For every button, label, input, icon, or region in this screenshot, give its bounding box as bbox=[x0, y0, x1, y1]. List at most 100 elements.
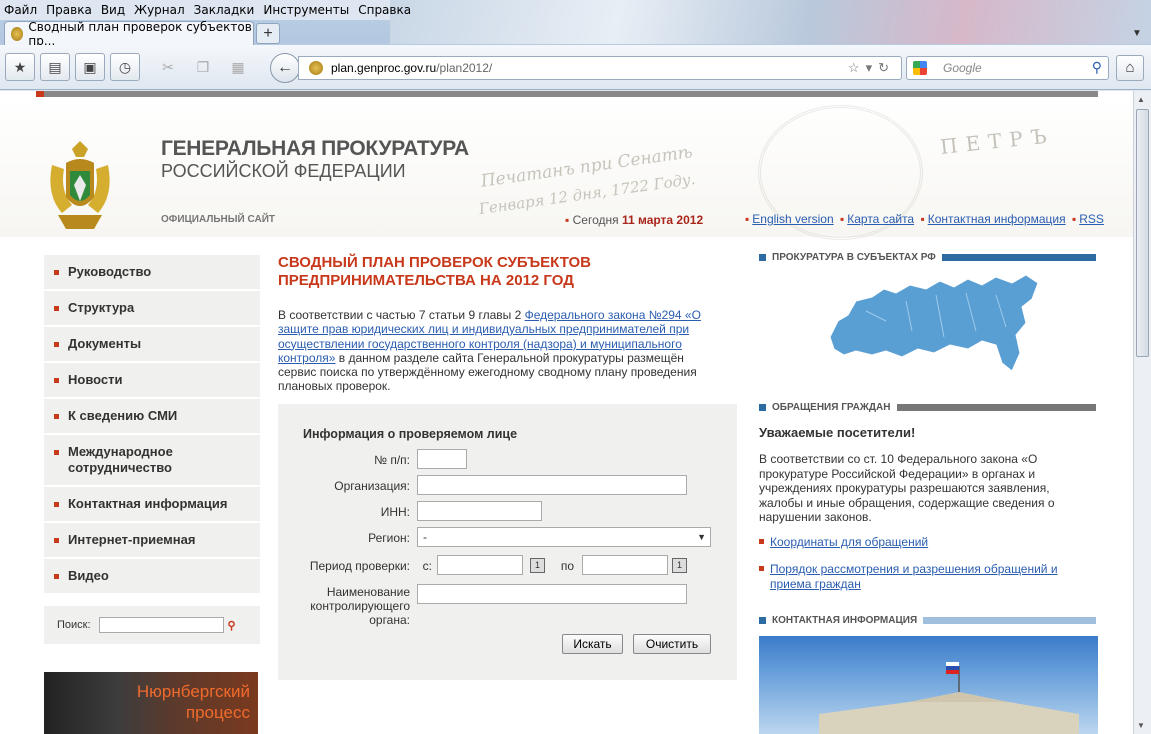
paste-icon[interactable]: ▦ bbox=[223, 53, 253, 81]
clear-button[interactable]: Очистить bbox=[633, 634, 711, 654]
org-input[interactable] bbox=[417, 475, 687, 495]
search-placeholder: Google bbox=[943, 61, 982, 75]
authority-input[interactable] bbox=[417, 584, 687, 604]
link-contacts[interactable]: Контактная информация bbox=[928, 212, 1066, 226]
period-from-input[interactable] bbox=[437, 555, 523, 575]
tab-list-icon[interactable]: ▼ bbox=[1132, 28, 1142, 39]
appeals-procedure-link[interactable]: Порядок рассмотрения и разрешения обраще… bbox=[770, 562, 1058, 591]
nuremberg-banner[interactable]: Нюрнбергский процесс bbox=[44, 672, 258, 734]
home-icon[interactable]: ⌂ bbox=[1116, 55, 1144, 81]
building-illustration bbox=[819, 662, 1079, 734]
building-photo[interactable] bbox=[759, 636, 1098, 734]
scroll-up-icon[interactable]: ▲ bbox=[1137, 95, 1145, 104]
intro-text: В соответствии с частью 7 статьи 9 главы… bbox=[278, 308, 723, 394]
today-label: Сегодня bbox=[572, 213, 619, 227]
menu-item[interactable]: Журнал bbox=[134, 3, 185, 17]
org-label: Организация: bbox=[334, 479, 410, 493]
date-value: 11 марта 2012 bbox=[621, 213, 704, 227]
scrollbar-thumb[interactable] bbox=[1136, 109, 1149, 357]
intro-after: в данном разделе сайта Генеральной проку… bbox=[278, 350, 697, 394]
nav-item-international[interactable]: Международное сотрудничество bbox=[44, 435, 260, 487]
cut-icon[interactable]: ✂ bbox=[153, 53, 183, 81]
header-signature: ПЕТРЪ bbox=[939, 123, 1056, 159]
period-from-label: с: bbox=[422, 559, 432, 573]
banner-line: процесс bbox=[185, 703, 250, 722]
region-select[interactable]: - ▼ bbox=[417, 527, 711, 547]
copy-icon[interactable]: ❐ bbox=[188, 53, 218, 81]
star-icon[interactable]: ☆▾↻ bbox=[848, 60, 895, 76]
site-favicon-icon bbox=[11, 26, 24, 41]
emblem-icon[interactable] bbox=[44, 135, 116, 235]
num-input[interactable] bbox=[417, 449, 467, 469]
banner-line: Нюрнбергский bbox=[136, 682, 250, 701]
sidebar-nav: Руководство Структура Документы Новости … bbox=[44, 255, 260, 595]
menu-item[interactable]: Файл bbox=[4, 3, 37, 17]
today-date: ▪ Сегодня 11 марта 2012 bbox=[565, 213, 704, 227]
nav-item-video[interactable]: Видео bbox=[44, 559, 260, 595]
search-icon[interactable]: ⚲ bbox=[1092, 59, 1102, 76]
site-favicon-icon bbox=[309, 61, 323, 75]
menu-bar: Файл Правка Вид Журнал Закладки Инструме… bbox=[0, 0, 411, 20]
nav-item-leadership[interactable]: Руководство bbox=[44, 255, 260, 291]
search-icon[interactable]: ⚲ bbox=[228, 619, 236, 632]
form-title: Информация о проверяемом лице bbox=[303, 427, 518, 441]
menu-item[interactable]: Закладки bbox=[194, 3, 255, 17]
page-title: СВОДНЫЙ ПЛАН ПРОВЕРОК СУБЪЕКТОВ ПРЕДПРИН… bbox=[278, 254, 591, 289]
inn-input[interactable] bbox=[417, 501, 542, 521]
official-site-label: ОФИЦИАЛЬНЫЙ САЙТ bbox=[161, 214, 276, 225]
nav-item-contacts[interactable]: Контактная информация bbox=[44, 487, 260, 523]
region-value: - bbox=[423, 530, 427, 544]
site-subtitle: РОССИЙСКОЙ ФЕДЕРАЦИИ bbox=[161, 161, 406, 181]
nav-item-structure[interactable]: Структура bbox=[44, 291, 260, 327]
calendar-icon[interactable]: 1 bbox=[530, 558, 545, 573]
search-button[interactable]: Искать bbox=[562, 634, 623, 654]
bookmark-icon[interactable]: ★ bbox=[5, 53, 35, 81]
browser-tab[interactable]: Сводный план проверок субъектов пр... bbox=[4, 20, 254, 48]
authority-label: Наименование контролирующего органа: bbox=[310, 585, 410, 627]
section-title: ПРОКУРАТУРА В СУБЪЕКТАХ РФ bbox=[772, 251, 936, 263]
search-form: Информация о проверяемом лице № п/п: Орг… bbox=[278, 404, 737, 680]
region-label: Регион: bbox=[368, 531, 410, 545]
num-label: № п/п: bbox=[374, 453, 410, 467]
menu-item[interactable]: Справка bbox=[358, 3, 411, 17]
url-bar[interactable]: plan.genproc.gov.ru/plan2012/ ☆▾↻ bbox=[298, 56, 902, 80]
web-page: Печатанъ при Сенатѣ Генваря 12 дня, 1722… bbox=[0, 91, 1133, 734]
print-icon[interactable]: ▤ bbox=[40, 53, 70, 81]
browser-search-box[interactable]: Google ⚲ bbox=[906, 56, 1109, 80]
nav-item-news[interactable]: Новости bbox=[44, 363, 260, 399]
scroll-down-icon[interactable]: ▼ bbox=[1137, 721, 1145, 730]
site-header: Печатанъ при Сенатѣ Генваря 12 дня, 1722… bbox=[0, 97, 1133, 240]
new-window-icon[interactable]: ▣ bbox=[75, 53, 105, 81]
url-host: plan.genproc.gov.ru bbox=[331, 61, 437, 75]
nav-item-reception[interactable]: Интернет-приемная bbox=[44, 523, 260, 559]
section-header-regions: ПРОКУРАТУРА В СУБЪЕКТАХ РФ bbox=[759, 250, 1096, 264]
new-tab-button[interactable]: + bbox=[256, 23, 280, 44]
period-to-input[interactable] bbox=[582, 555, 668, 575]
site-title[interactable]: ГЕНЕРАЛЬНАЯ ПРОКУРАТУРА bbox=[161, 137, 469, 161]
calendar-icon[interactable]: 1 bbox=[672, 558, 687, 573]
menu-item[interactable]: Вид bbox=[101, 3, 125, 17]
link-rss[interactable]: RSS bbox=[1079, 212, 1104, 226]
appeals-procedure-item: Порядок рассмотрения и разрешения обраще… bbox=[759, 562, 1079, 591]
appeals-coordinates-item: Координаты для обращений bbox=[759, 535, 1079, 550]
link-english-version[interactable]: English version bbox=[752, 212, 833, 226]
period-to-label: по bbox=[560, 559, 574, 573]
russia-map[interactable] bbox=[826, 271, 1046, 381]
history-icon[interactable]: ◷ bbox=[110, 53, 140, 81]
link-site-map[interactable]: Карта сайта bbox=[847, 212, 914, 226]
period-label: Период проверки: bbox=[309, 559, 410, 573]
menu-item[interactable]: Инструменты bbox=[263, 3, 349, 17]
back-icon[interactable]: ← bbox=[270, 53, 300, 83]
nav-item-media[interactable]: К сведению СМИ bbox=[44, 399, 260, 435]
nav-item-label: Международное сотрудничество bbox=[68, 444, 173, 475]
section-title: ОБРАЩЕНИЯ ГРАЖДАН bbox=[772, 401, 891, 413]
page-scrollbar[interactable]: ▲ ▼ bbox=[1133, 91, 1151, 734]
nav-item-documents[interactable]: Документы bbox=[44, 327, 260, 363]
menu-item[interactable]: Правка bbox=[46, 3, 92, 17]
chevron-down-icon: ▼ bbox=[697, 532, 706, 542]
appeals-text: В соответствии со ст. 10 Федерального за… bbox=[759, 452, 1055, 524]
section-header-contacts: КОНТАКТНАЯ ИНФОРМАЦИЯ bbox=[759, 613, 1096, 627]
site-search-input[interactable] bbox=[98, 617, 224, 633]
appeals-coordinates-link[interactable]: Координаты для обращений bbox=[770, 535, 928, 549]
google-icon bbox=[913, 61, 927, 75]
